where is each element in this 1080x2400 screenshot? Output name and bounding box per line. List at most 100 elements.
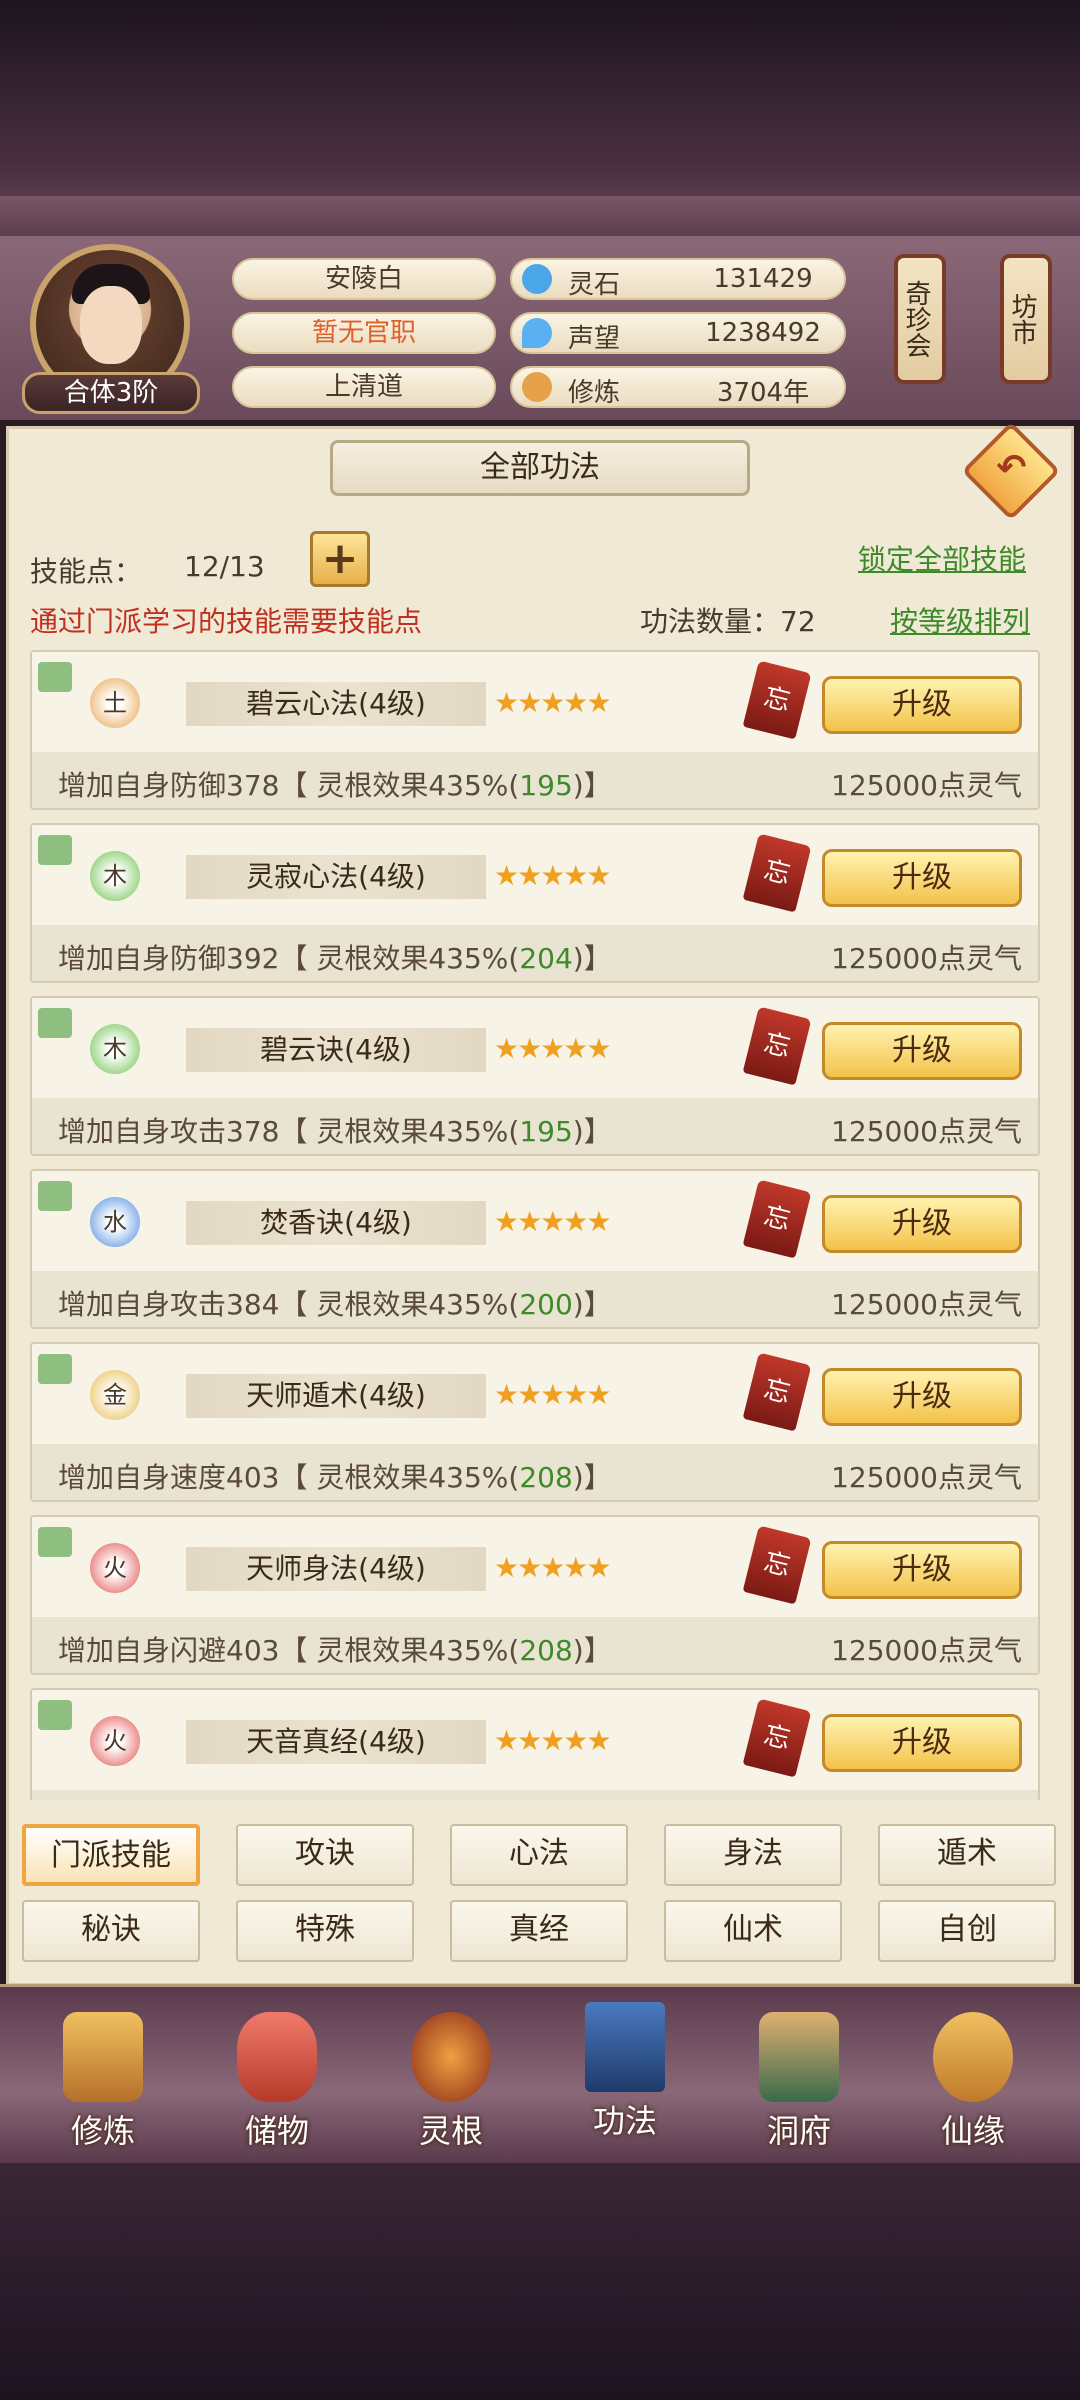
nav-fate[interactable]: 仙缘 [908,2002,1038,2152]
lock-all-skills-link[interactable]: 锁定全部技能 [858,538,1026,578]
upgrade-cost: 125000点灵气 [831,769,1022,802]
forget-button[interactable]: 忘 [742,1179,812,1259]
lock-ribbon-icon[interactable] [38,662,72,692]
lock-ribbon-icon[interactable] [38,1354,72,1384]
nav-label: 修炼 [70,2112,135,2150]
back-arrow-icon: ↶ [996,447,1027,489]
skill-card-header: 金 天师遁术(4级) ★★★★★ 忘升级 [32,1344,1038,1444]
skill-effect-row: 增加自身攻击384【 灵根效果435%(200)】 125000点灵气 [32,1271,1038,1327]
forget-button[interactable]: 忘 [742,1006,812,1086]
forget-button[interactable]: 忘 [742,660,812,740]
stat-label: 声望 [568,324,621,354]
stat-value: 3704年 [716,378,810,408]
skill-effect-row: 增加自身防御378【 灵根效果435%(195)】 125000点灵气 [32,752,1038,808]
skill-card[interactable]: 木 灵寂心法(4级) ★★★★★ 忘升级增加自身防御392【 灵根效果435%(204… [30,823,1040,983]
skill-card[interactable]: 木 碧云诀(4级) ★★★★★ 忘升级 增加自身攻击378【 灵根效果435%(195)… [30,996,1040,1156]
upgrade-button[interactable]: 升级 [822,1022,1022,1080]
skill-effect: 增加自身速度403【 灵根效果435%(208)】 [58,1456,612,1496]
tab-mind[interactable]: 心法 [450,1824,628,1886]
star-rating: ★★★★★ [494,1032,612,1065]
skill-card-header: 土 碧云心法(4级) ★★★★★ 忘升级 [32,652,1038,752]
lock-ribbon-icon[interactable] [38,1008,72,1038]
element-badge: 木 [90,1024,140,1074]
lock-ribbon-icon[interactable] [38,1527,72,1557]
skill-effect: 增加自身防御392【 灵根效果435%(204)】 [58,937,612,977]
skill-points-value: 12/13 [184,550,265,583]
upgrade-button[interactable]: 升级 [822,1368,1022,1426]
skill-card[interactable]: 土 碧云心法(4级) ★★★★★ 忘升级 增加自身防御378【 灵根效果435%(195… [30,650,1040,810]
star-rating: ★★★★★ [494,859,612,892]
skill-name: 天师身法(4级) [186,1547,486,1591]
nav-storage[interactable]: 储物 [212,2002,342,2152]
spirit-stone-icon [522,264,552,294]
upgrade-cost: 125000点灵气 [831,1634,1022,1667]
upgrade-button[interactable]: 升级 [822,849,1022,907]
effect-text-end: )】 [572,1461,612,1494]
element-badge: 水 [90,1197,140,1247]
upgrade-button[interactable]: 升级 [822,1714,1022,1772]
add-skill-point-button[interactable]: + [310,531,370,587]
skill-card[interactable]: 金 天师遁术(4级) ★★★★★ 忘升级增加自身速度403【 灵根效果435%(208… [30,1342,1040,1502]
upgrade-cost: 125000点灵气 [831,1461,1022,1494]
upgrade-button[interactable]: 升级 [822,1541,1022,1599]
forget-button[interactable]: 忘 [742,1352,812,1432]
nav-label: 功法 [592,2102,657,2140]
tab-sect-skills[interactable]: 门派技能 [22,1824,200,1886]
skill-effect-row: 增加自身攻击378【 灵根效果435%(195)】 125000点灵气 [32,1098,1038,1154]
stat-reputation: 声望 1238492 [510,312,846,354]
nav-cave[interactable]: 洞府 [734,2002,864,2152]
tab-special[interactable]: 特殊 [236,1900,414,1962]
upgrade-button[interactable]: 升级 [822,1195,1022,1253]
stat-value: 131429 [713,264,813,294]
tab-body[interactable]: 身法 [664,1824,842,1886]
skill-card[interactable]: 火 天音真经(4级) ★★★★★ 忘升级 [30,1688,1040,1800]
skill-card[interactable]: 火 天师身法(4级) ★★★★★ 忘升级 增加自身闪避403【 灵根效果435%(208… [30,1515,1040,1675]
effect-text-end: )】 [572,1115,612,1148]
skill-card[interactable]: 水 焚香诀(4级) ★★★★★ 忘升级 增加自身攻击384【 灵根效果435%(200)… [30,1169,1040,1329]
skill-name: 灵寂心法(4级) [186,855,486,899]
forget-button[interactable]: 忘 [742,1525,812,1605]
sort-by-level-link[interactable]: 按等级排列 [890,600,1030,640]
player-header: 合体3阶 安陵白 暂无官职 上清道 灵石 131429 声望 1238492 修炼 3… [0,236,1080,420]
forget-button[interactable]: 忘 [742,833,812,913]
technique-book-icon [585,2002,665,2092]
effect-text: 增加自身速度403【 灵根效果435%( [58,1461,520,1494]
skill-list[interactable]: 土碧云心法(4级) ★★★★★ 忘升级 增加自身防御378【 灵根效果435%(195… [30,650,1050,1800]
nav-label: 灵根 [418,2112,483,2150]
element-badge: 火 [90,1543,140,1593]
tab-escape[interactable]: 遁术 [878,1824,1056,1886]
element-badge: 木 [90,851,140,901]
market-button[interactable]: 坊市 [1000,254,1052,384]
tab-immortal-art[interactable]: 仙术 [664,1900,842,1962]
effect-text-end: )】 [572,1634,612,1667]
lock-ribbon-icon[interactable] [38,835,72,865]
upgrade-cost: 125000点灵气 [831,942,1022,975]
rank-badge: 合体3阶 [22,372,200,414]
lock-ribbon-icon[interactable] [38,1181,72,1211]
star-rating: ★★★★★ [494,686,612,719]
stat-label: 修炼 [568,378,621,408]
tab-attack[interactable]: 攻诀 [236,1824,414,1886]
nav-label: 洞府 [766,2112,831,2150]
nav-techniques[interactable]: 功法 [560,1992,690,2142]
nav-spirit-root[interactable]: 灵根 [386,2002,516,2152]
nav-cultivate[interactable]: 修炼 [38,2002,168,2152]
lock-ribbon-icon[interactable] [38,1700,72,1730]
treasure-hall-button[interactable]: 奇珍会 [894,254,946,384]
tab-scripture[interactable]: 真经 [450,1900,628,1962]
skill-card-header: 水 焚香诀(4级) ★★★★★ 忘升级 [32,1171,1038,1271]
tab-custom[interactable]: 自创 [878,1900,1056,1962]
effect-text: 增加自身防御392【 灵根效果435%( [58,942,520,975]
tab-secret[interactable]: 秘诀 [22,1900,200,1962]
stat-value: 1238492 [705,318,821,348]
effect-bonus: 208 [519,1461,573,1494]
forget-button[interactable]: 忘 [742,1698,812,1778]
upgrade-button[interactable]: 升级 [822,676,1022,734]
top-banner [0,0,1080,243]
skill-point-note: 通过门派学习的技能需要技能点 [30,605,423,638]
skill-effect-row: 增加自身闪避403【 灵根效果435%(208)】 125000点灵气 [32,1617,1038,1673]
skill-card-header: 火 天音真经(4级) ★★★★★ 忘升级 [32,1690,1038,1790]
player-title[interactable]: 暂无官职 [232,312,496,354]
skill-effect: 增加自身攻击384【 灵根效果435%(200)】 [58,1283,612,1323]
stat-cultivation: 修炼 3704年 [510,366,846,408]
